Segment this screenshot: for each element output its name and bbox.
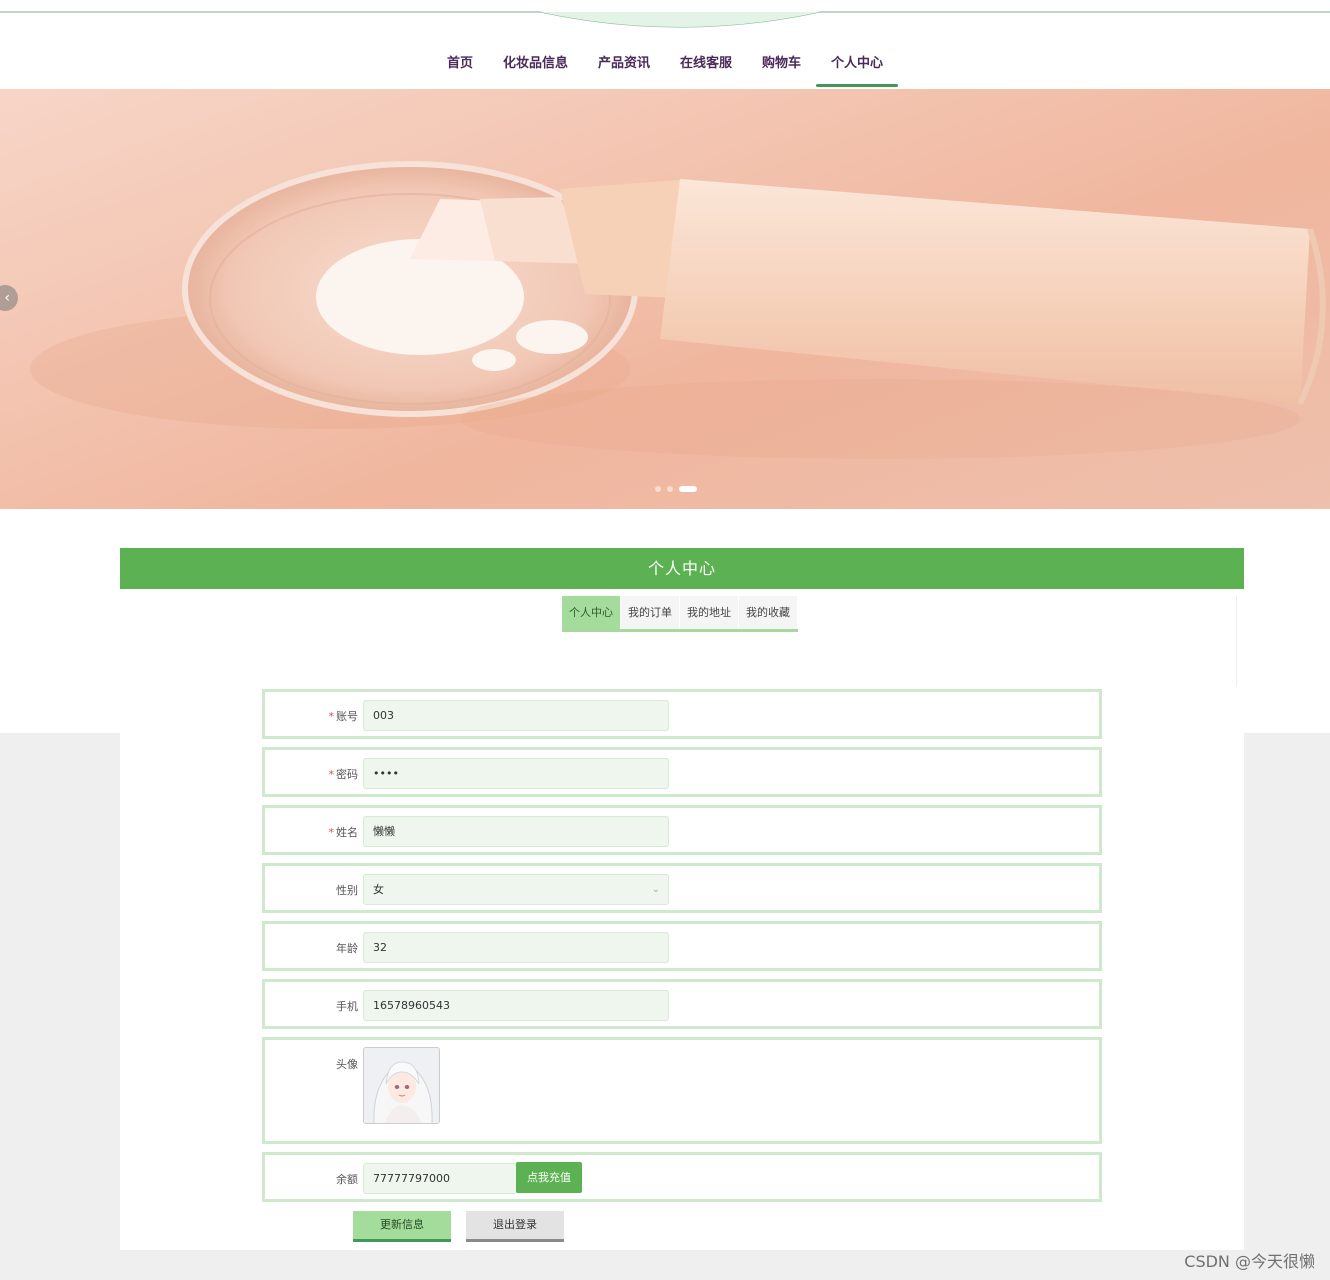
name-input[interactable]: 懒懒 xyxy=(363,816,669,847)
form-row-password: * 密码 •••• xyxy=(262,747,1102,797)
gender-selected-value: 女 xyxy=(373,883,384,896)
panel-title: 个人中心 xyxy=(120,548,1244,589)
nav-item-service[interactable]: 在线客服 xyxy=(665,44,747,88)
nav-item-profile[interactable]: 个人中心 xyxy=(816,44,899,88)
gender-label: 性别 xyxy=(336,884,358,897)
required-mark: * xyxy=(328,710,335,723)
account-label: * 账号 xyxy=(328,710,359,723)
csdn-watermark: CSDN @今天很懒 xyxy=(1184,1252,1315,1271)
nav-item-cart[interactable]: 购物车 xyxy=(747,44,816,88)
avatar-upload[interactable] xyxy=(363,1047,440,1124)
required-mark: * xyxy=(328,826,335,839)
banner-dot[interactable] xyxy=(667,486,673,492)
form-row-name: * 姓名 懒懒 xyxy=(262,805,1102,855)
form-row-account: * 账号 003 xyxy=(262,689,1102,739)
balance-input[interactable]: 77777797000 xyxy=(363,1163,517,1194)
balance-label: 余额 xyxy=(336,1173,358,1186)
avatar-image xyxy=(364,1048,439,1123)
recharge-button[interactable]: 点我充值 xyxy=(516,1162,582,1193)
nav-item-cosmetics[interactable]: 化妆品信息 xyxy=(488,44,583,88)
banner-pagination xyxy=(655,486,697,492)
nav-item-home[interactable]: 首页 xyxy=(432,44,488,88)
age-label: 年龄 xyxy=(336,942,358,955)
phone-label: 手机 xyxy=(336,1000,358,1013)
name-label: * 姓名 xyxy=(328,826,359,839)
tab-profile[interactable]: 个人中心 xyxy=(562,596,621,629)
tab-addresses[interactable]: 我的地址 xyxy=(680,596,739,629)
form-row-age: 年龄 32 xyxy=(262,921,1102,971)
main-nav: 首页 化妆品信息 产品资讯 在线客服 购物车 个人中心 xyxy=(0,44,1330,88)
required-mark: * xyxy=(328,768,335,781)
tab-orders[interactable]: 我的订单 xyxy=(621,596,680,629)
form-row-gender: 性别 女 ⌄ xyxy=(262,863,1102,913)
logout-button[interactable]: 退出登录 xyxy=(466,1211,564,1242)
chevron-down-icon: ⌄ xyxy=(651,884,660,895)
gender-select[interactable]: 女 ⌄ xyxy=(363,874,669,905)
banner-product-image xyxy=(30,161,1326,459)
panel-divider xyxy=(1236,596,1237,686)
header-wave-decoration xyxy=(0,11,1330,28)
phone-input[interactable]: 16578960543 xyxy=(363,990,669,1021)
form-row-balance: 余额 77777797000 点我充值 xyxy=(262,1152,1102,1202)
banner-dot[interactable] xyxy=(655,486,661,492)
form-row-avatar: 头像 xyxy=(262,1037,1102,1144)
update-info-button[interactable]: 更新信息 xyxy=(353,1211,451,1242)
hero-banner: ‹ xyxy=(0,89,1330,509)
banner-dot-active[interactable] xyxy=(679,486,697,492)
avatar-label: 头像 xyxy=(336,1058,358,1071)
profile-panel: 个人中心 个人中心 我的订单 我的地址 我的收藏 * 账号 003 * 密码 •••… xyxy=(120,548,1244,1250)
account-input[interactable]: 003 xyxy=(363,700,669,731)
tab-favorites[interactable]: 我的收藏 xyxy=(739,596,798,629)
profile-tabs: 个人中心 我的订单 我的地址 我的收藏 xyxy=(562,596,798,632)
password-label: * 密码 xyxy=(328,768,359,781)
age-input[interactable]: 32 xyxy=(363,932,669,963)
password-input[interactable]: •••• xyxy=(363,758,669,789)
form-row-phone: 手机 16578960543 xyxy=(262,979,1102,1029)
nav-item-news[interactable]: 产品资讯 xyxy=(583,44,665,88)
